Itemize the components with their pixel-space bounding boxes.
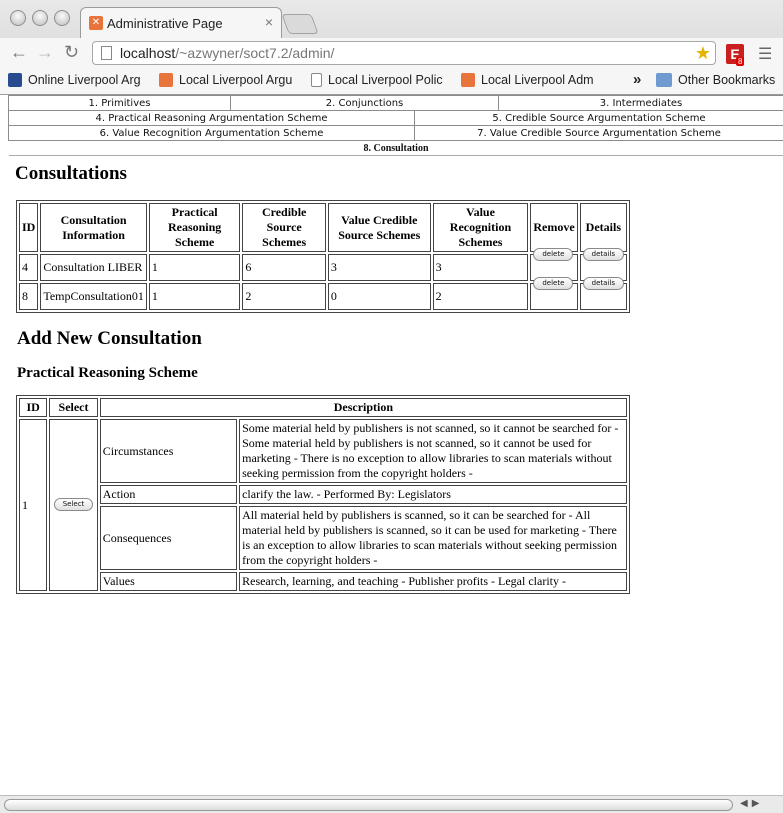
cell-info: Consultation LIBER bbox=[40, 254, 147, 281]
column-header: ID bbox=[19, 398, 48, 417]
bookmark-item[interactable]: Local Liverpool Argu bbox=[159, 73, 301, 87]
table-row: 8 TempConsultation01 1 2 0 2 delete deta… bbox=[19, 277, 627, 310]
close-window-button[interactable] bbox=[10, 10, 26, 26]
details-button[interactable]: details bbox=[582, 248, 624, 261]
table-row: Action clarify the law. - Performed By: … bbox=[19, 485, 627, 504]
nav-link-value-recognition[interactable]: 6. Value Recognition Argumentation Schem… bbox=[8, 125, 415, 141]
column-header: Value Recognition Schemes bbox=[432, 203, 529, 252]
cell-details: details bbox=[579, 277, 627, 310]
table-header-row: ID Select Description bbox=[19, 398, 627, 417]
nav-link-practical-reasoning[interactable]: 4. Practical Reasoning Argumentation Sch… bbox=[8, 110, 415, 126]
column-header: Remove bbox=[530, 203, 578, 252]
cell-value-credible-source: 0 bbox=[327, 283, 431, 310]
browser-tab[interactable]: ✕ Administrative Page × bbox=[80, 7, 282, 38]
cell-credible-source: 2 bbox=[242, 283, 326, 310]
select-button[interactable]: Select bbox=[53, 497, 94, 511]
column-header: Description bbox=[99, 398, 627, 417]
cell-id: 8 bbox=[19, 283, 39, 310]
scrollbar-thumb[interactable] bbox=[4, 799, 733, 811]
table-header-row: ID Consultation Information Practical Re… bbox=[19, 203, 627, 252]
consultations-table: ID Consultation Information Practical Re… bbox=[16, 200, 630, 313]
table-row: Consequences All material held by publis… bbox=[19, 506, 627, 570]
cell-description: Some material held by publishers is not … bbox=[239, 419, 627, 483]
page-content: 1. Primitives 2. Conjunctions 3. Interme… bbox=[0, 95, 783, 795]
scroll-arrows-icon[interactable]: ◀▶ bbox=[740, 798, 763, 809]
cell-value-recognition: 2 bbox=[432, 283, 529, 310]
consultations-heading: Consultations bbox=[15, 163, 127, 184]
horizontal-scrollbar[interactable]: ◀▶ bbox=[0, 795, 783, 813]
cell-label: Action bbox=[99, 485, 238, 504]
tab-title: Administrative Page bbox=[107, 16, 223, 31]
address-bar[interactable]: localhost/~azwyner/soct7.2/admin/ ★ bbox=[92, 41, 716, 65]
more-bookmarks-chevron-icon[interactable]: » bbox=[633, 71, 641, 88]
cell-remove: delete bbox=[530, 277, 578, 310]
bookmark-item[interactable]: Local Liverpool Adm bbox=[461, 73, 598, 87]
cell-label: Values bbox=[99, 572, 238, 591]
bookmark-star-icon[interactable]: ★ bbox=[695, 43, 711, 64]
window-controls bbox=[10, 10, 70, 26]
column-header: Credible Source Schemes bbox=[242, 203, 326, 252]
column-header: ID bbox=[19, 203, 39, 252]
wrench-menu-icon[interactable]: ☰ bbox=[758, 44, 772, 64]
cell-id: 4 bbox=[19, 254, 39, 281]
browser-toolbar: ← → ↻ localhost/~azwyner/soct7.2/admin/ … bbox=[0, 38, 783, 68]
xampp-icon: ✕ bbox=[89, 16, 103, 30]
cell-info: TempConsultation01 bbox=[40, 283, 147, 310]
practical-reasoning-subheading: Practical Reasoning Scheme bbox=[17, 365, 198, 381]
delete-button[interactable]: delete bbox=[533, 277, 574, 290]
column-header: Consultation Information bbox=[40, 203, 147, 252]
cell-label: Circumstances bbox=[99, 419, 238, 483]
cell-description: All material held by publishers is scann… bbox=[239, 506, 627, 570]
nav-link-credible-source[interactable]: 5. Credible Source Argumentation Scheme bbox=[413, 110, 783, 126]
details-button[interactable]: details bbox=[582, 277, 624, 290]
practical-reasoning-table: ID Select Description 1 Select Circumsta… bbox=[16, 395, 630, 594]
browser-chrome: ✕ Administrative Page × ← → ↻ localhost/… bbox=[0, 0, 783, 95]
tab-close-icon[interactable]: × bbox=[265, 14, 273, 30]
page-icon bbox=[311, 73, 322, 87]
cell-description: clarify the law. - Performed By: Legisla… bbox=[239, 485, 627, 504]
zoom-window-button[interactable] bbox=[54, 10, 70, 26]
forward-arrow-icon[interactable]: → bbox=[36, 42, 54, 63]
xampp-icon bbox=[461, 73, 475, 87]
cell-value-recognition: 3 bbox=[432, 254, 529, 281]
other-bookmarks[interactable]: Other Bookmarks bbox=[656, 73, 775, 87]
page-icon bbox=[101, 46, 112, 60]
column-header: Select bbox=[49, 398, 98, 417]
add-new-consultation-heading: Add New Consultation bbox=[17, 328, 202, 349]
folder-icon bbox=[656, 73, 672, 87]
reload-icon[interactable]: ↻ bbox=[64, 42, 79, 63]
nav-link-value-credible-source[interactable]: 7. Value Credible Source Argumentation S… bbox=[413, 125, 783, 141]
column-header: Details bbox=[579, 203, 627, 252]
cell-id: 1 bbox=[19, 419, 48, 591]
bookmarks-bar: Online Liverpool Arg Local Liverpool Arg… bbox=[0, 68, 783, 94]
new-tab-button[interactable] bbox=[281, 14, 319, 34]
xampp-icon bbox=[159, 73, 173, 87]
nav-link-consultation[interactable]: 8. Consultation bbox=[8, 140, 783, 156]
cell-practical-reasoning: 1 bbox=[148, 283, 241, 310]
cell-label: Consequences bbox=[99, 506, 238, 570]
cell-description: Research, learning, and teaching - Publi… bbox=[239, 572, 627, 591]
nav-link-conjunctions[interactable]: 2. Conjunctions bbox=[229, 95, 500, 111]
extension-badge: 8 bbox=[736, 57, 745, 66]
scheme-navigation: 1. Primitives 2. Conjunctions 3. Interme… bbox=[8, 95, 783, 156]
delete-button[interactable]: delete bbox=[533, 248, 574, 261]
column-header: Value Credible Source Schemes bbox=[327, 203, 431, 252]
back-arrow-icon[interactable]: ← bbox=[10, 42, 28, 63]
table-row: Values Research, learning, and teaching … bbox=[19, 572, 627, 591]
cell-credible-source: 6 bbox=[242, 254, 326, 281]
minimize-window-button[interactable] bbox=[32, 10, 48, 26]
nav-link-primitives[interactable]: 1. Primitives bbox=[8, 95, 231, 111]
bookmark-item[interactable]: Local Liverpool Polic bbox=[311, 73, 451, 87]
cell-value-credible-source: 3 bbox=[327, 254, 431, 281]
table-row: 1 Select Circumstances Some material hel… bbox=[19, 419, 627, 591]
url-text: localhost/~azwyner/soct7.2/admin/ bbox=[120, 45, 335, 61]
column-header: Practical Reasoning Scheme bbox=[148, 203, 241, 252]
cell-select: Select bbox=[49, 419, 98, 591]
cell-practical-reasoning: 1 bbox=[148, 254, 241, 281]
bookmark-item[interactable]: Online Liverpool Arg bbox=[8, 73, 148, 87]
nav-link-intermediates[interactable]: 3. Intermediates bbox=[498, 95, 783, 111]
bird-icon bbox=[8, 73, 22, 87]
